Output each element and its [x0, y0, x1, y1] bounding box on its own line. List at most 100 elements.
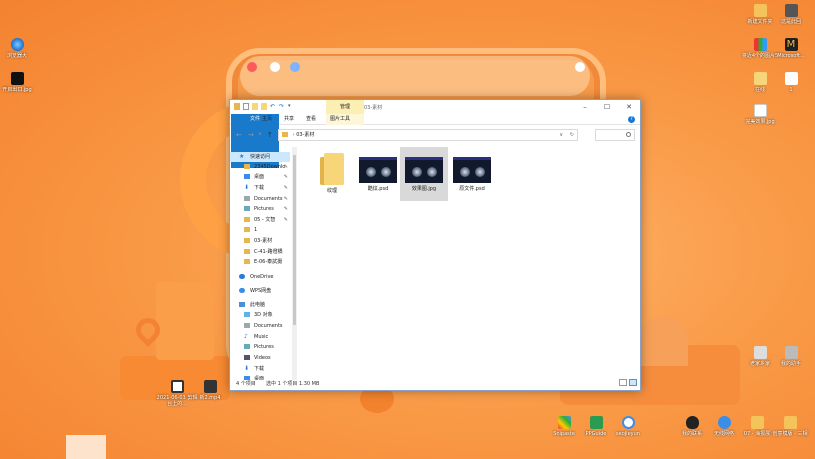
sidebar-item-pictures-pc[interactable]: Pictures [230, 342, 290, 352]
ribbon-tabs: 文件 主页 共享 查看 图片工具 ? [230, 114, 640, 168]
file-name: 纹理 [326, 188, 337, 194]
sidebar-item-downloads[interactable]: ⬇ 下载 ✎ [230, 183, 290, 193]
network-icon [717, 416, 731, 429]
file-name: 酷炫.psd [367, 186, 389, 192]
close-button[interactable]: ✕ [618, 100, 640, 114]
redo-icon[interactable]: ↷ [279, 103, 285, 110]
sidebar-item-label: 下载 [254, 366, 265, 372]
file-item-folder[interactable]: 纹理 [308, 147, 356, 201]
desktop-icon-label: 在线 [754, 87, 765, 93]
up-arrow-icon[interactable]: ↑ [267, 131, 273, 139]
desktop-icon-image[interactable]: 开启出口.jpg [0, 72, 39, 93]
videos-icon [244, 355, 250, 360]
sidebar-item-2345downloads[interactable]: 2345Downlo ✎ [230, 162, 290, 172]
desktop-icon-label: 完美效果.jpg [745, 119, 775, 125]
documents-folder-icon [244, 196, 250, 201]
folder-icon [244, 249, 250, 254]
breadcrumb-separator: › [292, 132, 295, 138]
customize-qat-icon[interactable]: ▾ [288, 103, 294, 110]
address-bar[interactable]: › 03-素材 ∨ ↻ [278, 129, 578, 141]
new-folder-icon[interactable] [261, 103, 267, 110]
desktop-icon-mp4[interactable]: 新2.mp4 [188, 380, 232, 401]
explorer-window[interactable]: ↶ ↷ ▾ 管理 03-素材 – ☐ ✕ 文件 主页 共享 查看 图片工具 ? … [229, 99, 641, 391]
file-item-psd[interactable]: 酷炫.psd [354, 147, 402, 201]
sidebar-item-music[interactable]: ♪ Music [230, 332, 290, 342]
desktop-icon-2[interactable]: 这是此回 [769, 4, 813, 25]
sidebar-item-label: Documents [254, 323, 283, 329]
desktop-icon-9[interactable]: 我的助手 [769, 346, 813, 367]
undo-icon[interactable]: ↶ [270, 103, 276, 110]
desktop-icon-label: 老家乡家 [749, 361, 770, 367]
wallpaper-white-dot-right [575, 62, 585, 72]
sidebar-item-downloads-pc[interactable]: ⬇ 下载 [230, 364, 290, 374]
desktop-icon-label: 无线网络 [713, 431, 734, 437]
desktop-icon-label: Snipaste [553, 431, 575, 437]
desktop-icon-6[interactable]: 1 [769, 72, 813, 93]
sidebar-item-videos[interactable]: Videos [230, 353, 290, 363]
file-icon [784, 72, 798, 85]
sidebar-item-documents[interactable]: Documents ✎ [230, 194, 290, 204]
search-input[interactable] [595, 129, 635, 141]
image-thumbnail [453, 157, 491, 183]
status-bar: 4 个项目 选中 1 个项目 1.30 MB [230, 379, 640, 390]
sidebar-item-this-pc[interactable]: 此电脑 [230, 300, 290, 310]
recent-chevron-icon[interactable]: ∨ [258, 131, 262, 137]
minimize-button[interactable]: – [574, 100, 596, 114]
sidebar-item-c41[interactable]: C-41-路燈橋 [230, 247, 290, 257]
forward-arrow-icon[interactable]: → [248, 131, 254, 139]
video-file-icon [170, 380, 184, 393]
tab-share[interactable]: 共享 [278, 114, 300, 125]
sidebar-scrollbar[interactable] [292, 147, 297, 380]
tab-picture-tools[interactable]: 图片工具 [324, 114, 356, 125]
item-count: 4 个项目 [236, 381, 256, 387]
details-view-button[interactable] [619, 379, 627, 386]
back-arrow-icon[interactable]: ← [236, 131, 242, 139]
tab-view[interactable]: 查看 [300, 114, 322, 125]
sidebar-item-e06[interactable]: E-06-泰試摄 [230, 257, 290, 267]
sidebar-item-3d[interactable]: 3D 对象 [230, 310, 290, 320]
wallpaper-arch [640, 316, 688, 366]
desktop-icon-template[interactable]: 创意模版 - 三相 [768, 416, 812, 437]
sidebar-item-05[interactable]: 05 - 文智 ✎ [230, 215, 290, 225]
computer-icon [239, 302, 245, 307]
refresh-icon[interactable]: ↻ [570, 130, 574, 140]
maximize-button[interactable]: ☐ [596, 100, 618, 114]
sidebar-item-label: 此电脑 [250, 302, 266, 308]
desktop-icon-label: 这是此回 [780, 19, 801, 25]
sidebar-item-label: C-41-路燈橋 [254, 249, 283, 255]
title-bar[interactable]: ↶ ↷ ▾ 管理 03-素材 – ☐ ✕ [230, 100, 640, 114]
new-folder-icon[interactable] [252, 103, 258, 110]
tab-home[interactable]: 主页 [256, 114, 278, 125]
desktop-icon-seojieyun[interactable]: seojieyun [606, 416, 650, 437]
desktop-icon-7[interactable]: 完美效果.jpg [738, 104, 782, 125]
properties-icon[interactable] [243, 103, 249, 110]
sidebar-item-1[interactable]: 1 [230, 225, 290, 235]
desktop-icon-browser[interactable]: 浏览器大 [0, 38, 39, 59]
quick-access-toolbar: ↶ ↷ ▾ [234, 103, 294, 110]
file-item-jpg-selected[interactable]: 效果图.jpg [400, 147, 448, 201]
desktop-folder-icon [244, 174, 250, 179]
sidebar-item-pictures[interactable]: Pictures ✎ [230, 204, 290, 214]
scrollbar-thumb[interactable] [293, 155, 296, 325]
file-list[interactable]: 纹理 酷炫.psd 效果图.jpg 原文件.psd [298, 147, 640, 377]
sidebar-item-onedrive[interactable]: OneDrive [230, 272, 290, 282]
large-icons-view-button[interactable] [629, 379, 637, 386]
folder-icon [753, 4, 767, 17]
sidebar-item-label: 3D 对象 [254, 312, 273, 318]
sidebar-item-desktop[interactable]: 桌面 ✎ [230, 172, 290, 182]
address-dropdown-icon[interactable]: ∨ [559, 130, 563, 140]
navigation-pane[interactable]: ★ 快速访问 2345Downlo ✎ 桌面 ✎ ⬇ 下载 ✎ Document… [230, 147, 298, 380]
manage-context-tab[interactable]: 管理 [326, 100, 364, 114]
file-item-source-psd[interactable]: 原文件.psd [448, 147, 496, 201]
sidebar-item-quick-access[interactable]: ★ 快速访问 [230, 152, 290, 162]
breadcrumb-current[interactable]: 03-素材 [296, 132, 314, 138]
desktop-icon-4[interactable]: M Microsoft... [769, 38, 813, 59]
sidebar-item-03-material[interactable]: 03-素材 [230, 236, 290, 246]
folder-icon [244, 238, 250, 243]
pin-icon: ✎ [283, 217, 288, 223]
sidebar-item-documents-pc[interactable]: Documents [230, 321, 290, 331]
sidebar-item-label: 05 - 文智 [254, 217, 276, 223]
sidebar-item-wps[interactable]: WPS网盘 [230, 286, 290, 296]
snipaste-icon [557, 416, 571, 429]
help-icon[interactable]: ? [628, 116, 635, 123]
